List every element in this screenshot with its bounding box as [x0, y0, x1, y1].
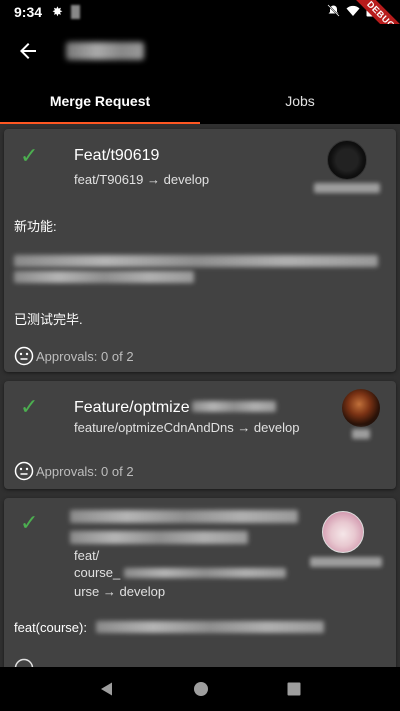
merge-request-card[interactable]: ✓ Feature/optmize feature/optmizeCdnAndD… [4, 381, 396, 489]
merge-request-branch: feat/T90619 → develop [74, 172, 210, 187]
merge-request-branch-line: urse → develop [74, 584, 166, 599]
circle-home-icon [194, 682, 208, 696]
square-recents-icon [287, 682, 301, 696]
settings-gear-icon: ✸ [52, 4, 63, 19]
nav-back-button[interactable] [99, 681, 115, 697]
approvals-label: Approvals: 0 of 2 [36, 463, 134, 479]
description-footer: 已测试完毕. [14, 312, 83, 327]
description-blurred-line [96, 621, 324, 633]
page-title [66, 42, 144, 60]
triangle-back-icon [101, 682, 112, 696]
merge-request-title: Feature/optmize [74, 399, 190, 416]
back-button[interactable] [0, 24, 56, 78]
description-heading: 新功能: [14, 219, 57, 234]
merge-request-branch-line: feat/ [74, 548, 100, 563]
author-name [352, 429, 370, 439]
nav-recents-button[interactable] [287, 682, 301, 696]
approvals-status: Approvals: 0 of 2 [14, 346, 134, 366]
wifi-icon [346, 5, 360, 20]
author-name [310, 557, 382, 567]
neutral-face-icon [14, 461, 34, 481]
check-icon: ✓ [20, 394, 39, 419]
app-bar [0, 24, 400, 78]
approvals-status: Approvals: 0 of 2 [14, 461, 134, 481]
approvals-label: Approvals: 0 of 2 [36, 348, 134, 364]
title-blurred-line [70, 531, 248, 544]
author-avatar [322, 511, 364, 553]
author-name [314, 183, 380, 193]
merge-request-card[interactable]: ✓ Feat/t90619 feat/T90619 → develop 新功能:… [4, 129, 396, 372]
tab-jobs[interactable]: Jobs [200, 78, 400, 124]
tab-bar: Merge Request Jobs [0, 78, 400, 124]
notification-icon [70, 5, 80, 19]
merge-request-branch: feature/optmizeCdnAndDns → develop [74, 420, 300, 435]
nav-home-button[interactable] [193, 681, 209, 697]
status-time: 9:34 [14, 4, 43, 20]
author-avatar [327, 140, 367, 180]
arrow-back-icon [20, 43, 36, 59]
check-icon: ✓ [20, 510, 39, 535]
neutral-face-icon [14, 658, 34, 667]
description-blurred-line [14, 255, 378, 267]
approvals-status [14, 658, 36, 667]
mute-icon [327, 4, 340, 20]
neutral-face-icon [14, 346, 34, 366]
description-blurred-line [14, 271, 194, 283]
status-bar: 9:34 ✸ DEBUG [0, 0, 400, 52]
description-prefix: feat(course): [14, 620, 87, 635]
merge-request-title: Feat/t90619 [74, 147, 160, 164]
system-nav-bar [0, 667, 400, 711]
tab-merge-request[interactable]: Merge Request [0, 78, 200, 124]
branch-blurred-segment [124, 568, 286, 578]
author-avatar [342, 389, 380, 427]
title-blurred-line [70, 510, 298, 523]
check-icon: ✓ [20, 143, 39, 168]
title-blurred-suffix [192, 401, 276, 412]
merge-request-list: ✓ Feat/t90619 feat/T90619 → develop 新功能:… [0, 124, 400, 667]
merge-request-branch-line: course_ [74, 565, 121, 580]
merge-request-card[interactable]: ✓ feat/ course_ urse → develop feat(cour… [4, 498, 396, 667]
